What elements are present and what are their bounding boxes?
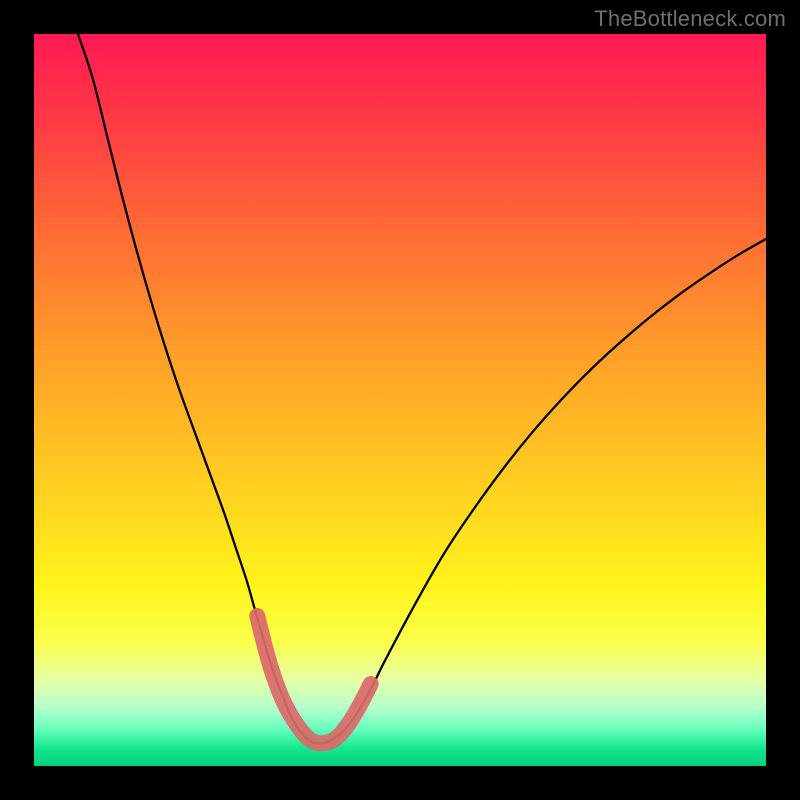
chart-frame: TheBottleneck.com <box>0 0 800 800</box>
gradient-background <box>34 34 766 766</box>
watermark-text: TheBottleneck.com <box>594 6 786 32</box>
chart-svg <box>34 34 766 766</box>
plot-area <box>34 34 766 766</box>
